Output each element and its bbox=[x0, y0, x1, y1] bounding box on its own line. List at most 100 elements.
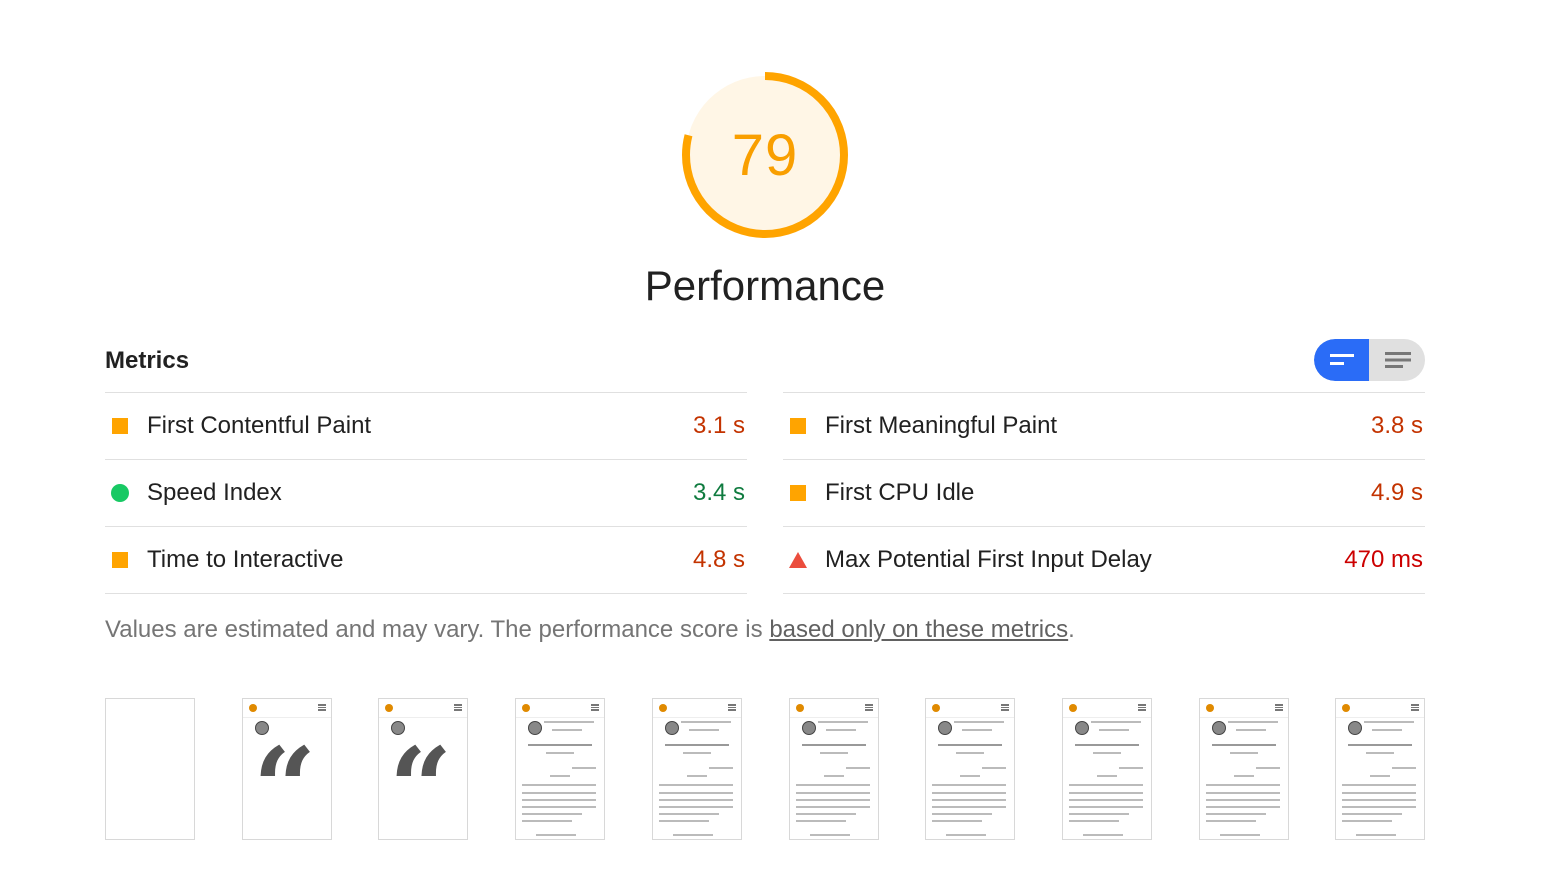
text-line bbox=[1234, 775, 1254, 777]
text-line bbox=[1099, 729, 1129, 731]
filmstrip-frame bbox=[1335, 698, 1425, 840]
metric-value: 4.9 s bbox=[1370, 479, 1423, 506]
frame-header bbox=[790, 699, 878, 718]
text-line bbox=[528, 744, 592, 746]
menu-icon bbox=[591, 704, 599, 711]
text-line bbox=[1366, 752, 1394, 754]
text-line bbox=[552, 729, 582, 731]
text-line bbox=[1342, 799, 1416, 801]
text-line bbox=[522, 799, 596, 801]
text-line bbox=[1212, 744, 1276, 746]
text-line bbox=[1097, 775, 1117, 777]
text-line bbox=[956, 752, 984, 754]
note-text: Values are estimated and may vary. The p… bbox=[105, 616, 770, 643]
text-line bbox=[932, 792, 1006, 794]
text-line bbox=[1348, 744, 1412, 746]
expanded-view-button[interactable] bbox=[1370, 339, 1425, 381]
text-line bbox=[522, 806, 596, 808]
text-line bbox=[1206, 813, 1266, 815]
text-line bbox=[1256, 767, 1280, 769]
orange-square-icon bbox=[787, 482, 809, 504]
avatar bbox=[1348, 721, 1362, 735]
performance-gauge: 79 bbox=[680, 70, 850, 240]
text-line bbox=[932, 806, 1006, 808]
text-line bbox=[522, 813, 582, 815]
orange-square-icon bbox=[109, 549, 131, 571]
metrics-left-column: First Contentful Paint 3.1 s Speed Index… bbox=[105, 392, 747, 594]
metric-row: Time to Interactive 4.8 s bbox=[105, 526, 747, 594]
text-line bbox=[1075, 744, 1139, 746]
metric-label: First CPU Idle bbox=[825, 479, 975, 506]
text-line bbox=[1069, 784, 1143, 786]
metric-value: 3.8 s bbox=[1370, 412, 1423, 439]
text-line bbox=[522, 792, 596, 794]
lines-expanded-icon bbox=[1384, 352, 1411, 368]
text-line bbox=[522, 784, 596, 786]
site-logo-icon bbox=[1206, 704, 1214, 712]
menu-icon bbox=[1138, 704, 1146, 711]
lines-compact-icon bbox=[1329, 354, 1354, 365]
text-line bbox=[550, 775, 570, 777]
avatar bbox=[1075, 721, 1089, 735]
text-line bbox=[796, 820, 846, 822]
filmstrip-frame: “ bbox=[378, 698, 468, 840]
menu-icon bbox=[454, 704, 462, 711]
text-line bbox=[572, 767, 596, 769]
text-line bbox=[1342, 792, 1416, 794]
text-line bbox=[938, 744, 1002, 746]
text-line bbox=[709, 767, 733, 769]
text-line bbox=[1342, 813, 1402, 815]
text-line bbox=[1206, 799, 1280, 801]
text-line bbox=[796, 806, 870, 808]
text-line bbox=[796, 799, 870, 801]
text-line bbox=[689, 729, 719, 731]
metrics-link[interactable]: based only on these metrics bbox=[769, 616, 1068, 643]
filmstrip-frame bbox=[515, 698, 605, 840]
text-line bbox=[1069, 813, 1129, 815]
orange-square-icon bbox=[787, 415, 809, 437]
site-logo-icon bbox=[659, 704, 667, 712]
text-line bbox=[546, 752, 574, 754]
filmstrip-frame bbox=[789, 698, 879, 840]
avatar bbox=[665, 721, 679, 735]
text-line bbox=[665, 744, 729, 746]
text-line bbox=[932, 820, 982, 822]
text-line bbox=[946, 834, 986, 836]
text-line bbox=[802, 744, 866, 746]
text-line bbox=[1069, 792, 1143, 794]
text-line bbox=[982, 767, 1006, 769]
performance-score: 79 bbox=[731, 122, 799, 188]
metric-label: Time to Interactive bbox=[147, 546, 344, 573]
text-line bbox=[522, 820, 572, 822]
metric-value: 470 ms bbox=[1344, 546, 1423, 573]
quote-glyph: “ bbox=[389, 723, 453, 840]
menu-icon bbox=[318, 704, 326, 711]
menu-icon bbox=[1411, 704, 1419, 711]
text-line bbox=[826, 729, 856, 731]
compact-view-button[interactable] bbox=[1314, 339, 1369, 381]
metric-value: 3.1 s bbox=[692, 412, 745, 439]
frame-header bbox=[1063, 699, 1151, 718]
text-line bbox=[673, 834, 713, 836]
text-line bbox=[796, 784, 870, 786]
text-line bbox=[810, 834, 850, 836]
frame-header bbox=[926, 699, 1014, 718]
text-line bbox=[818, 721, 868, 723]
text-line bbox=[659, 820, 709, 822]
frame-header bbox=[1336, 699, 1424, 718]
text-line bbox=[796, 813, 856, 815]
text-line bbox=[1370, 775, 1390, 777]
text-line bbox=[932, 813, 992, 815]
menu-icon bbox=[728, 704, 736, 711]
metric-view-toggle[interactable] bbox=[1314, 339, 1425, 381]
text-line bbox=[1093, 752, 1121, 754]
quote-glyph: “ bbox=[253, 723, 317, 840]
text-line bbox=[960, 775, 980, 777]
frame-header bbox=[379, 699, 467, 718]
site-logo-icon bbox=[1342, 704, 1350, 712]
text-line bbox=[824, 775, 844, 777]
frame-header bbox=[653, 699, 741, 718]
text-line bbox=[1342, 820, 1392, 822]
metrics-right-column: First Meaningful Paint 3.8 s First CPU I… bbox=[783, 392, 1425, 594]
text-line bbox=[1228, 721, 1278, 723]
